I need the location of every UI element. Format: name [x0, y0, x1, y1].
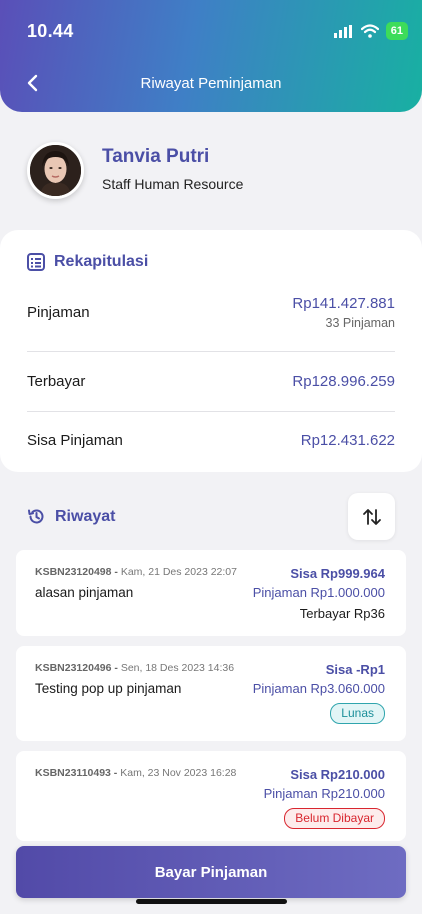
item-code: KSBN23110493 - — [35, 767, 118, 779]
rekap-card: Rekapitulasi Pinjaman Rp141.427.881 33 P… — [0, 230, 422, 472]
list-icon — [27, 253, 45, 271]
app-header: 10.44 61 Riwayat Peminjaman — [0, 0, 422, 112]
history-item[interactable]: KSBN23120496 - Sen, 18 Des 2023 14:36 Te… — [16, 646, 406, 741]
item-date: Kam, 23 Nov 2023 16:28 — [120, 767, 237, 779]
riwayat-title-label: Riwayat — [55, 507, 116, 525]
profile-name: Tanvia Putri — [102, 145, 210, 167]
rekap-value: Rp141.427.881 — [292, 295, 395, 312]
riwayat-title: Riwayat — [27, 507, 115, 526]
status-badge: Belum Dibayar — [284, 808, 385, 829]
home-indicator — [136, 899, 287, 904]
status-time: 10.44 — [27, 21, 74, 41]
profile-role: Staff Human Resource — [102, 175, 244, 192]
wifi-icon — [360, 24, 379, 38]
item-sisa: Sisa -Rp1 — [325, 662, 385, 677]
rekap-value: Rp12.431.622 — [300, 432, 395, 449]
rekap-value: Rp128.996.259 — [292, 373, 395, 390]
item-terbayar: Terbayar Rp36 — [299, 606, 385, 621]
item-sisa: Sisa Rp999.964 — [290, 566, 385, 581]
page-title: Riwayat Peminjaman — [140, 75, 282, 92]
history-icon — [28, 509, 44, 524]
item-code: KSBN23120496 - — [35, 662, 118, 674]
divider — [27, 351, 395, 352]
rekap-label: Pinjaman — [27, 304, 90, 321]
avatar — [27, 142, 84, 199]
rekap-label: Sisa Pinjaman — [27, 432, 123, 449]
item-meta: KSBN23120498 - Kam, 21 Des 2023 22:07 — [35, 566, 237, 578]
signal-icon — [333, 24, 352, 38]
item-date: Sen, 18 Des 2023 14:36 — [120, 662, 235, 674]
item-pinjaman: Pinjaman Rp3.060.000 — [252, 681, 385, 696]
item-meta: KSBN23120496 - Sen, 18 Des 2023 14:36 — [35, 662, 234, 674]
rekap-title: Rekapitulasi — [27, 253, 148, 271]
status-badge: Lunas — [330, 703, 385, 724]
item-pinjaman: Pinjaman Rp1.000.000 — [252, 585, 385, 600]
profile-section: Tanvia Putri Staff Human Resource — [27, 142, 243, 199]
rekap-sub: 33 Pinjaman — [325, 316, 396, 330]
battery-icon: 61 — [385, 22, 408, 40]
status-icons: 61 — [333, 22, 408, 40]
sort-button[interactable] — [348, 493, 395, 540]
item-code: KSBN23120498 - — [35, 566, 118, 578]
item-pinjaman: Pinjaman Rp210.000 — [263, 786, 385, 801]
history-item[interactable]: KSBN23110493 - Kam, 23 Nov 2023 16:28 Si… — [16, 751, 406, 841]
item-date: Kam, 21 Des 2023 22:07 — [120, 566, 237, 578]
rekap-title-label: Rekapitulasi — [54, 253, 149, 270]
rekap-label: Terbayar — [27, 373, 86, 390]
item-sisa: Sisa Rp210.000 — [290, 767, 385, 782]
item-meta: KSBN23110493 - Kam, 23 Nov 2023 16:28 — [35, 767, 236, 779]
history-item[interactable]: KSBN23120498 - Kam, 21 Des 2023 22:07 al… — [16, 550, 406, 636]
sort-icon — [362, 508, 381, 525]
divider — [27, 411, 395, 412]
item-desc: Testing pop up pinjaman — [35, 681, 182, 696]
pay-loan-button[interactable]: Bayar Pinjaman — [16, 846, 406, 898]
item-desc: alasan pinjaman — [35, 585, 134, 600]
